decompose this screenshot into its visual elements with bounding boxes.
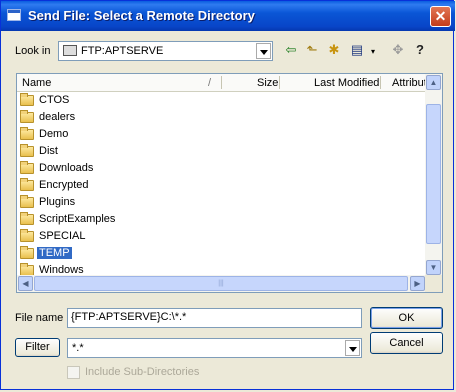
- drive-icon: [63, 45, 77, 56]
- list-item[interactable]: Downloads: [18, 160, 426, 177]
- file-name-input[interactable]: {FTP:APTSERVE}C:\*.*: [67, 308, 362, 328]
- folder-name: Demo: [39, 128, 69, 140]
- folder-icon: [20, 127, 34, 140]
- folder-list[interactable]: Name / Size Last Modified Attribut CTOS …: [16, 73, 443, 293]
- look-in-combo[interactable]: FTP:APTSERVE: [58, 41, 273, 61]
- column-header: Name / Size Last Modified Attribut: [17, 74, 427, 92]
- title-bar[interactable]: Send File: Select a Remote Directory ✕: [1, 1, 455, 31]
- horizontal-scrollbar[interactable]: ◀ ||| ▶: [17, 275, 427, 292]
- move-icon: ✥: [392, 42, 404, 57]
- folder-icon: [20, 195, 34, 208]
- vertical-scroll-thumb[interactable]: [426, 104, 441, 244]
- chevron-down-icon[interactable]: [345, 340, 360, 356]
- list-item[interactable]: Demo: [18, 126, 426, 143]
- scrollbar-corner: [425, 275, 442, 292]
- folder-icon: [20, 212, 34, 225]
- filter-button[interactable]: Filter: [15, 338, 60, 357]
- list-item[interactable]: SPECIAL: [18, 228, 426, 245]
- cancel-button[interactable]: Cancel: [370, 332, 443, 354]
- folder-name: SPECIAL: [39, 230, 86, 242]
- scroll-left-icon[interactable]: ◀: [18, 276, 33, 291]
- folder-name: Dist: [39, 145, 58, 157]
- vertical-scrollbar[interactable]: ▲ ▼: [425, 74, 442, 276]
- folder-name: Plugins: [39, 196, 76, 208]
- new-folder-icon[interactable]: ✱: [325, 41, 343, 59]
- scroll-right-icon[interactable]: ▶: [410, 276, 425, 291]
- folder-name: Encrypted: [39, 179, 89, 191]
- list-item[interactable]: Plugins: [18, 194, 426, 211]
- folder-icon: [20, 178, 34, 191]
- column-size[interactable]: Size: [257, 77, 278, 89]
- close-icon: ✕: [434, 8, 447, 24]
- sort-indicator-icon: /: [208, 77, 212, 89]
- scroll-up-icon[interactable]: ▲: [426, 75, 441, 90]
- filter-combo[interactable]: *.*: [67, 338, 362, 358]
- folder-icon: [20, 110, 34, 123]
- folder-name: TEMP: [37, 247, 72, 259]
- view-dropdown-icon[interactable]: ▾: [368, 43, 378, 61]
- file-name-label: File name: [15, 312, 64, 324]
- list-item[interactable]: CTOS: [18, 92, 426, 109]
- list-item[interactable]: ScriptExamples: [18, 211, 426, 228]
- horizontal-scroll-thumb[interactable]: |||: [34, 276, 408, 291]
- list-item-selected[interactable]: TEMP: [18, 245, 426, 262]
- column-name[interactable]: Name: [22, 77, 51, 89]
- scroll-down-icon[interactable]: ▼: [426, 260, 441, 275]
- up-folder-icon[interactable]: ⬑: [303, 41, 321, 59]
- folder-icon: [20, 93, 34, 106]
- list-item[interactable]: Dist: [18, 143, 426, 160]
- include-subdirs-checkbox[interactable]: [67, 366, 80, 379]
- send-file-dialog: Send File: Select a Remote Directory ✕ L…: [0, 0, 455, 390]
- look-in-value: FTP:APTSERVE: [81, 45, 164, 57]
- help-icon[interactable]: ?: [411, 41, 429, 59]
- folder-icon: [20, 246, 34, 259]
- back-arrow-icon[interactable]: ⇦: [282, 41, 300, 59]
- chevron-down-icon[interactable]: [256, 43, 271, 59]
- folder-name: ScriptExamples: [39, 213, 116, 225]
- include-subdirs-label: Include Sub-Directories: [85, 366, 200, 378]
- column-attributes[interactable]: Attribut: [392, 77, 427, 89]
- window-title: Send File: Select a Remote Directory: [28, 8, 255, 23]
- view-menu-icon[interactable]: ▤: [348, 41, 366, 59]
- folder-icon: [20, 229, 34, 242]
- folder-name: dealers: [39, 111, 76, 123]
- look-in-label: Look in: [15, 45, 51, 57]
- folder-name: CTOS: [39, 94, 70, 106]
- list-item[interactable]: dealers: [18, 109, 426, 126]
- list-item[interactable]: Encrypted: [18, 177, 426, 194]
- window-icon: [7, 9, 21, 21]
- filter-value: *.*: [72, 342, 84, 354]
- folder-icon: [20, 161, 34, 174]
- folder-icon: [20, 144, 34, 157]
- close-button[interactable]: ✕: [430, 6, 451, 27]
- column-last-modified[interactable]: Last Modified: [314, 77, 379, 89]
- folder-name: Downloads: [39, 162, 94, 174]
- ok-button[interactable]: OK: [370, 307, 443, 329]
